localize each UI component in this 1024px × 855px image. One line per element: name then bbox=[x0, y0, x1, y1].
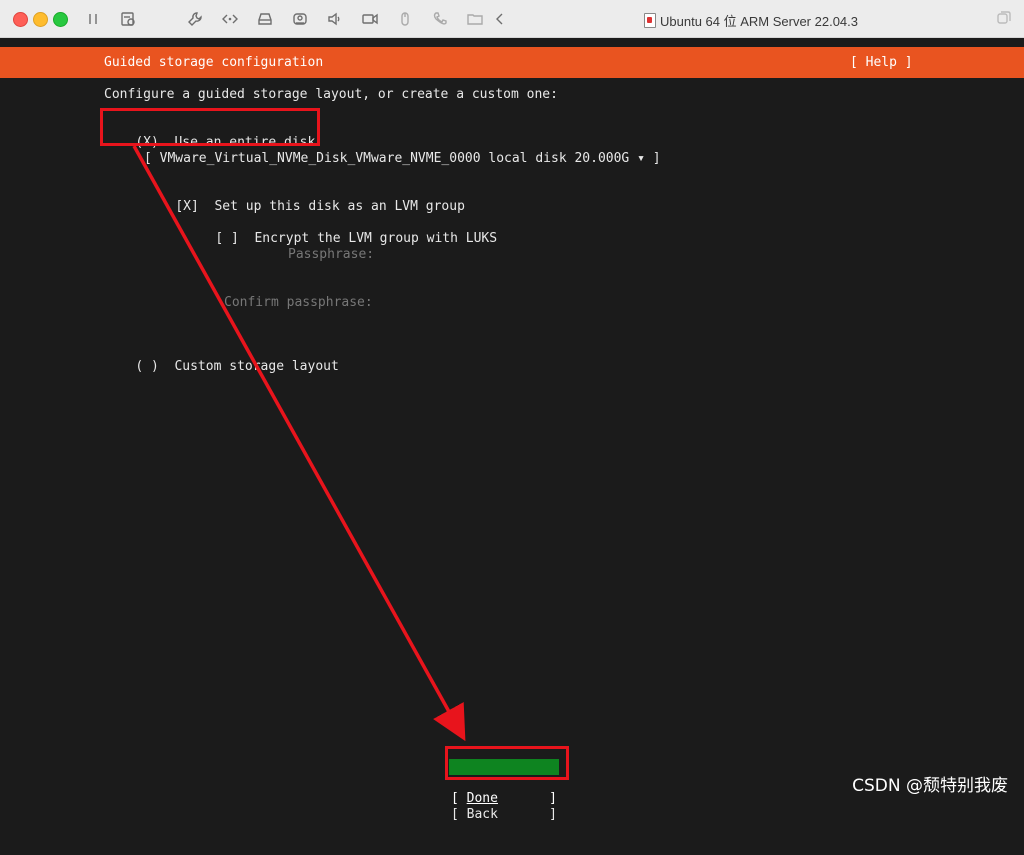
page-title: Guided storage configuration bbox=[104, 55, 324, 70]
lvm-checkbox-label: Set up this disk as an LVM group bbox=[214, 199, 465, 214]
zoom-window-button[interactable] bbox=[53, 12, 68, 27]
window-title-text: Ubuntu 64 位 ARM Server 22.04.3 bbox=[660, 14, 858, 29]
help-button[interactable]: [ Help ] bbox=[850, 55, 913, 70]
video-icon[interactable] bbox=[361, 10, 379, 28]
radio-marker-custom: ( ) bbox=[135, 359, 159, 374]
vm-console[interactable]: Guided storage configuration [ Help ] Co… bbox=[0, 38, 1024, 822]
back-bracket-close: ] bbox=[549, 807, 557, 822]
installer-header: Guided storage configuration [ Help ] bbox=[0, 47, 1024, 78]
watermark: CSDN @颓特别我废 bbox=[852, 776, 1008, 796]
annotation-box-entire-disk bbox=[100, 108, 320, 146]
usb-mouse-icon[interactable] bbox=[396, 10, 414, 28]
sound-icon[interactable] bbox=[326, 10, 344, 28]
network-icon[interactable] bbox=[221, 10, 239, 28]
lvm-checkbox-marker: [X] bbox=[175, 199, 199, 214]
document-icon bbox=[644, 13, 656, 28]
intro-text: Configure a guided storage layout, or cr… bbox=[104, 87, 558, 102]
passphrase-label: Passphrase: bbox=[288, 247, 375, 262]
hard-disk-icon[interactable] bbox=[256, 10, 274, 28]
back-label: Back bbox=[466, 807, 498, 822]
annotation-box-done bbox=[445, 746, 569, 780]
minimize-window-button[interactable] bbox=[33, 12, 48, 27]
phone-icon[interactable] bbox=[431, 10, 449, 28]
fullscreen-icon[interactable] bbox=[994, 10, 1012, 28]
back-chevron-icon[interactable] bbox=[491, 10, 509, 28]
luks-checkbox-marker: [ ] bbox=[215, 231, 239, 246]
option-custom-layout[interactable]: ( ) Custom storage layout bbox=[104, 343, 339, 391]
folder-share-icon[interactable] bbox=[466, 10, 484, 28]
pause-icon[interactable] bbox=[84, 10, 102, 28]
wrench-icon[interactable] bbox=[186, 10, 204, 28]
option-custom-label: Custom storage layout bbox=[174, 359, 339, 374]
window-title: Ubuntu 64 位 ARM Server 22.04.3 bbox=[644, 11, 858, 30]
disk-select[interactable]: [ VMware_Virtual_NVMe_Disk_VMware_NVME_0… bbox=[144, 151, 661, 167]
confirm-passphrase-label: Confirm passphrase: bbox=[224, 295, 373, 310]
back-bracket-open: [ bbox=[451, 807, 459, 822]
luks-checkbox-label: Encrypt the LVM group with LUKS bbox=[254, 231, 498, 246]
window-titlebar: Ubuntu 64 位 ARM Server 22.04.3 bbox=[0, 0, 1024, 38]
close-window-button[interactable] bbox=[13, 12, 28, 27]
camera-usb-icon[interactable] bbox=[291, 10, 309, 28]
snapshot-icon[interactable] bbox=[119, 10, 137, 28]
